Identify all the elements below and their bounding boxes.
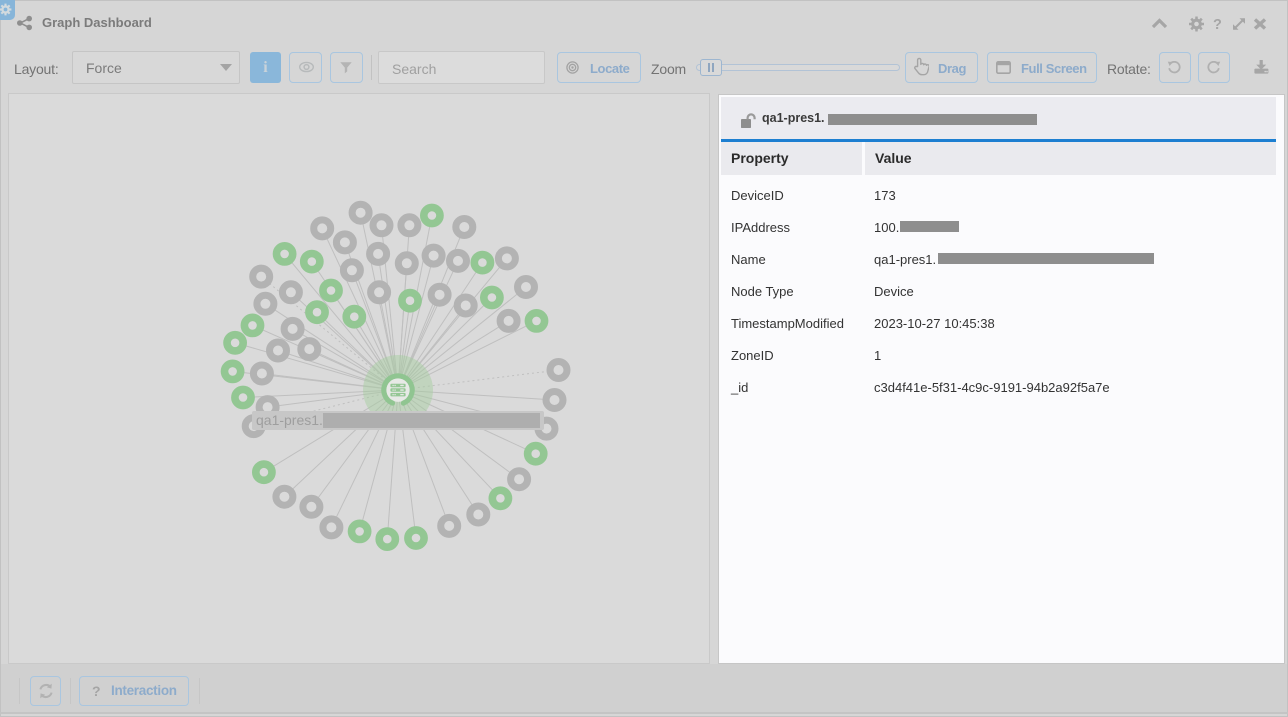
svg-text:?: ?: [1213, 17, 1222, 32]
svg-text:qa1-pres1.: qa1-pres1.: [256, 412, 323, 428]
